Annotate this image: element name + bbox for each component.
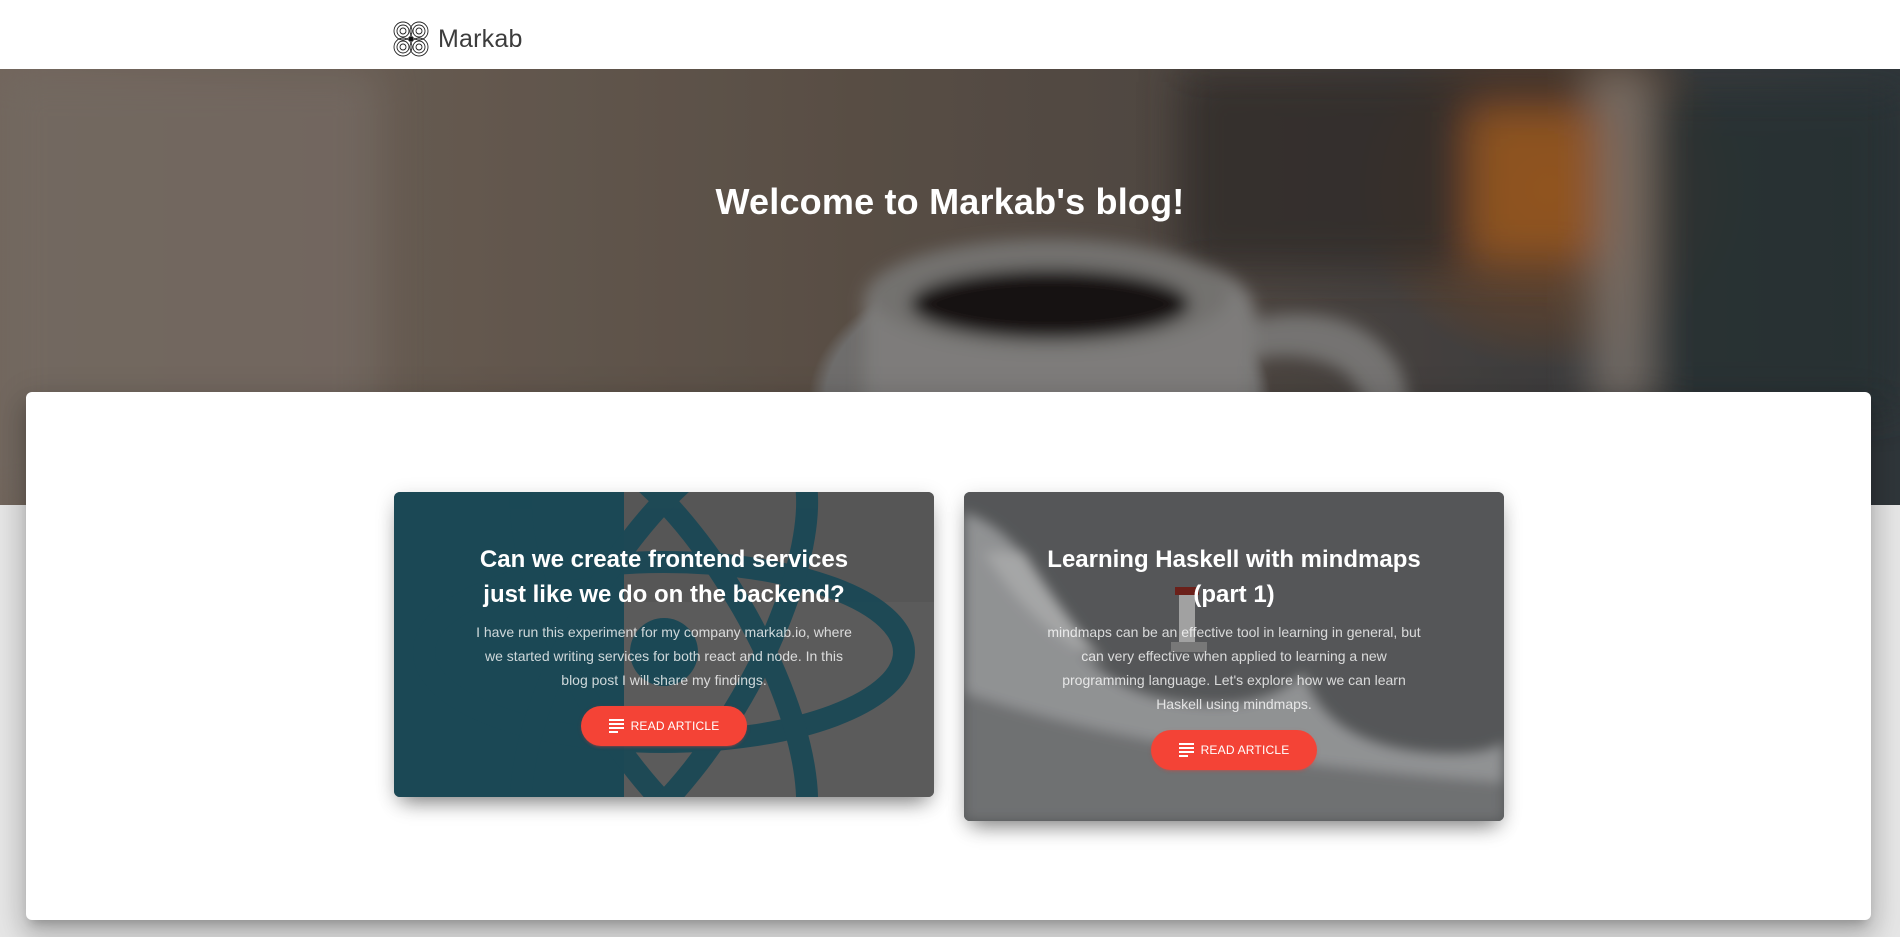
article-title[interactable]: Learning Haskell with mindmaps (part 1) [1044, 542, 1424, 612]
hero-title: Welcome to Markab's blog! [715, 181, 1185, 222]
card-body: Can we create frontend services just lik… [394, 492, 934, 746]
main-content-panel [26, 392, 1871, 920]
brand-link[interactable]: Markab [392, 19, 523, 59]
read-article-label: READ ARTICLE [630, 719, 720, 733]
article-title[interactable]: Can we create frontend services just lik… [474, 542, 854, 612]
read-article-button[interactable]: READ ARTICLE [1150, 730, 1318, 770]
read-article-label: READ ARTICLE [1200, 743, 1290, 757]
brand-name: Markab [438, 24, 523, 53]
top-navbar: Markab [0, 0, 1900, 69]
article-card: Learning Haskell with mindmaps (part 1) … [964, 492, 1504, 821]
article-description: mindmaps can be an effective tool in lea… [1047, 624, 1421, 712]
card-body: Learning Haskell with mindmaps (part 1) … [964, 492, 1504, 770]
notes-icon [608, 719, 624, 733]
four-petal-logo-icon [393, 21, 429, 57]
article-description: I have run this experiment for my compan… [476, 624, 852, 688]
article-card: Can we create frontend services just lik… [394, 492, 934, 797]
read-article-button[interactable]: READ ARTICLE [580, 706, 748, 746]
notes-icon [1178, 743, 1194, 757]
